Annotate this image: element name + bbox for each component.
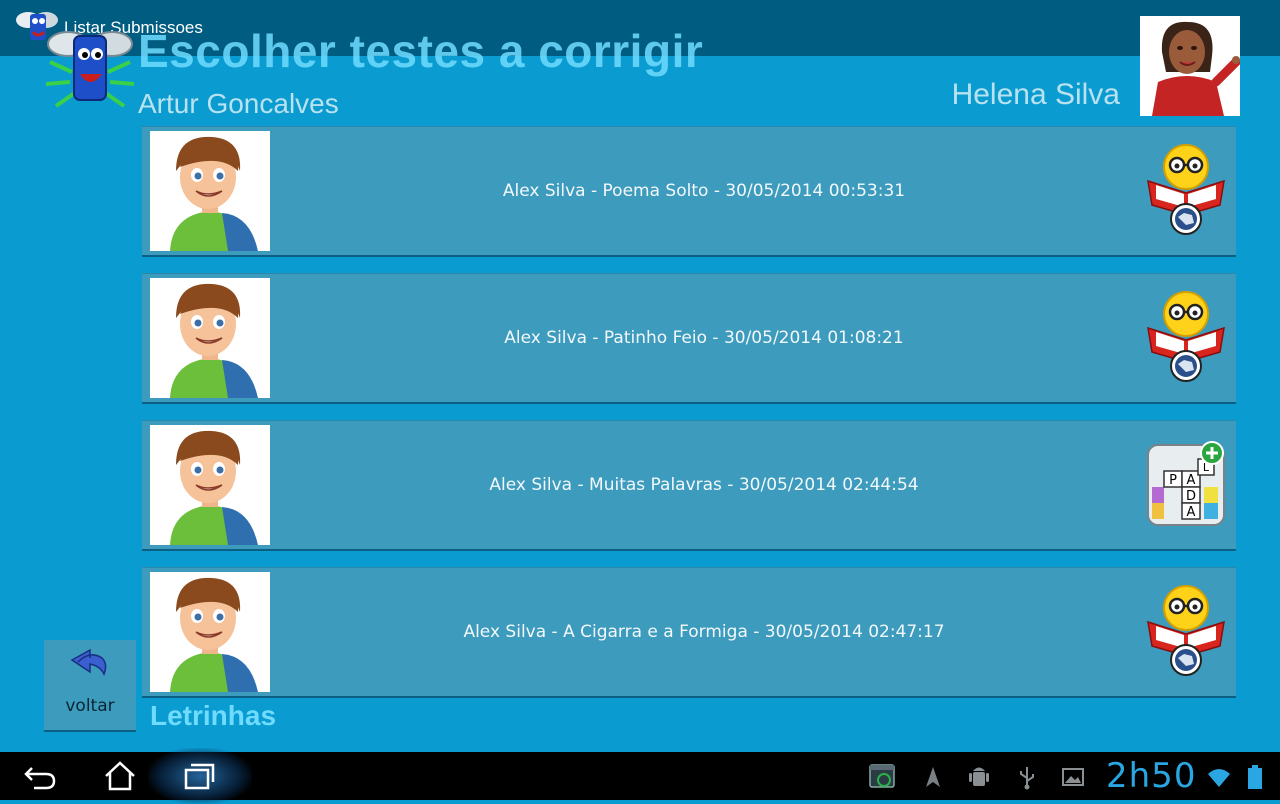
puzzle-letter: A [1187, 473, 1196, 488]
gallery-image-icon [1062, 768, 1084, 786]
student-avatar [150, 278, 270, 398]
brand-label: Letrinhas [150, 700, 277, 731]
student-name: Artur Goncalves [138, 88, 339, 119]
battery-icon [1248, 765, 1262, 789]
submission-list: Alex Silva - Poema Solto - 30/05/2014 00… [142, 126, 1236, 714]
puzzle-letter: A [1187, 505, 1196, 520]
teacher-avatar[interactable] [1140, 16, 1240, 116]
reading-book-icon [1147, 144, 1225, 235]
student-avatar [150, 131, 270, 251]
puzzle-letter: P [1169, 473, 1177, 488]
submission-label: Alex Silva - Patinho Feio - 30/05/2014 0… [504, 328, 904, 348]
reading-book-icon [1147, 291, 1225, 382]
page-title: Escolher testes a corrigir [138, 25, 704, 77]
back-nav-icon[interactable] [22, 760, 58, 792]
puzzle-letter: D [1186, 489, 1196, 504]
submission-label: Alex Silva - Muitas Palavras - 30/05/201… [489, 475, 919, 495]
undo-arrow-icon [70, 648, 107, 676]
reading-book-icon [1147, 585, 1225, 676]
wifi-icon [1208, 769, 1230, 787]
usb-icon [1020, 767, 1034, 790]
status-clock[interactable]: 2h50 [1106, 756, 1196, 796]
submission-row[interactable]: Alex Silva - Poema Solto - 30/05/2014 00… [142, 126, 1236, 255]
student-avatar [150, 425, 270, 545]
home-nav-icon[interactable] [102, 760, 138, 792]
teacher-name: Helena Silva [951, 78, 1120, 111]
screenshot-icon[interactable] [868, 762, 896, 790]
android-debug-icon [969, 767, 989, 786]
submission-label: Alex Silva - Poema Solto - 30/05/2014 00… [502, 181, 906, 201]
submission-row[interactable]: Alex Silva - Patinho Feio - 30/05/2014 0… [142, 273, 1236, 402]
word-puzzle-icon: P A L D A [1147, 441, 1225, 526]
letrinhas-logo-icon [45, 31, 135, 108]
back-button[interactable]: voltar [44, 640, 136, 730]
navigation-arrow-icon [926, 767, 940, 787]
submission-row[interactable]: Alex Silva - A Cigarra e a Formiga - 30/… [142, 567, 1236, 696]
system-nav-bar: 2h50 [0, 748, 1280, 804]
submission-label: Alex Silva - A Cigarra e a Formiga - 30/… [463, 622, 945, 642]
submission-row[interactable]: Alex Silva - Muitas Palavras - 30/05/201… [142, 420, 1236, 549]
back-button-label: voltar [65, 696, 115, 716]
student-avatar [150, 572, 270, 692]
recent-apps-icon[interactable] [182, 760, 218, 792]
